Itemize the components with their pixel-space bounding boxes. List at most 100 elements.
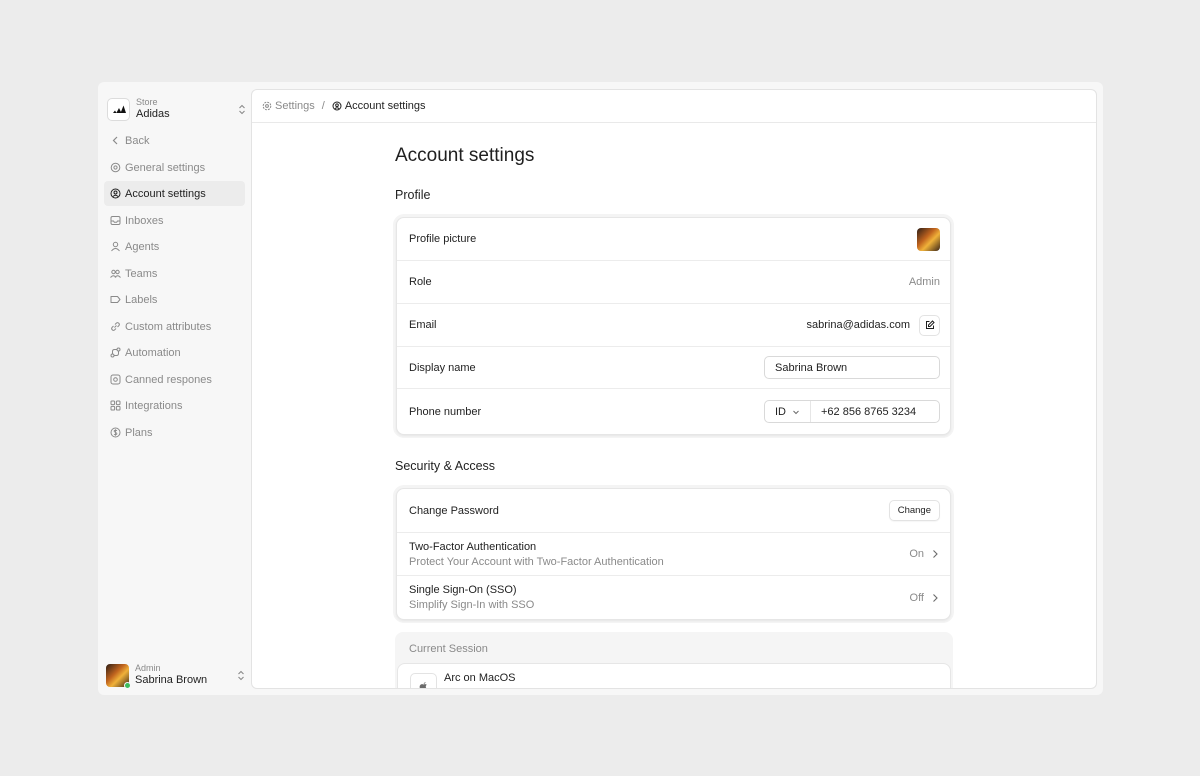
- chevron-right-icon: [933, 593, 938, 602]
- phone-input[interactable]: +62 856 8765 3234: [811, 406, 916, 418]
- country-code-select[interactable]: ID: [765, 401, 811, 422]
- profile-picture-row: Profile picture: [397, 218, 950, 261]
- security-section-title: Security & Access: [395, 459, 496, 473]
- profile-picture[interactable]: [917, 227, 940, 251]
- two-factor-row[interactable]: Two-Factor Authentication Protect Your A…: [397, 533, 950, 576]
- back-label: Back: [125, 134, 150, 147]
- sidebar-item-general-settings[interactable]: General settings: [104, 155, 245, 180]
- chevron-right-icon: [933, 550, 938, 558]
- main-panel: Settings / Account settings Account sett…: [251, 89, 1097, 689]
- avatar: [106, 663, 131, 689]
- sso-status: Off: [909, 591, 924, 604]
- account-icon: [110, 188, 121, 199]
- sidebar-item-canned-responses[interactable]: Canned respones: [104, 367, 245, 392]
- sidebar-item-labels[interactable]: Labels: [104, 287, 245, 312]
- store-name: Adidas: [136, 108, 170, 120]
- sidebar-item-custom-attributes[interactable]: Custom attributes: [104, 314, 245, 339]
- email-value: sabrina@adidas.com: [806, 319, 911, 331]
- security-card: Change Password Change Two-Factor Authen…: [396, 488, 951, 620]
- breadcrumb-current: Account settings: [332, 100, 426, 112]
- gear-icon: [110, 162, 121, 173]
- edit-email-button[interactable]: [919, 314, 940, 336]
- role-label: Role: [409, 276, 432, 288]
- edit-icon: [925, 320, 935, 329]
- sso-row[interactable]: Single Sign-On (SSO) Simplify Sign-In wi…: [397, 576, 950, 619]
- sidebar-item-label: Canned respones: [125, 373, 212, 386]
- current-session-panel: Current Session Arc on MacOS: [395, 632, 953, 688]
- apple-icon: [410, 673, 437, 688]
- two-factor-description: Protect Your Account with Two-Factor Aut…: [409, 555, 664, 568]
- user-name: Sabrina Brown: [135, 674, 208, 686]
- phone-row: Phone number ID +62 856 8765 3234: [397, 389, 950, 434]
- sidebar-item-label: Account settings: [125, 187, 206, 200]
- sso-label: Single Sign-On (SSO): [409, 584, 517, 596]
- user-icon: [111, 241, 120, 252]
- user-role: Admin: [135, 663, 161, 673]
- sidebar-item-label: Inboxes: [125, 214, 164, 227]
- sidebar-item-label: Plans: [125, 426, 153, 439]
- sidebar-item-integrations[interactable]: Integrations: [104, 393, 245, 418]
- online-status-dot: [124, 681, 131, 689]
- grid-icon: [110, 400, 121, 411]
- sidebar-item-plans[interactable]: Plans: [104, 420, 245, 445]
- sidebar-item-label: Labels: [125, 293, 158, 306]
- phone-label: Phone number: [409, 405, 482, 418]
- inbox-icon: [110, 216, 121, 225]
- page-title: Account settings: [395, 145, 535, 166]
- breadcrumb-settings-label: Settings: [275, 100, 315, 112]
- current-session-title: Current Session: [409, 643, 488, 655]
- sidebar-item-teams[interactable]: Teams: [104, 261, 245, 286]
- breadcrumb-settings[interactable]: Settings: [262, 100, 315, 112]
- role-value: Admin: [908, 276, 940, 288]
- phone-field: ID +62 856 8765 3234: [764, 400, 940, 423]
- account-icon: [332, 101, 342, 111]
- display-name-input[interactable]: Sabrina Brown: [764, 356, 940, 379]
- adidas-logo-icon: [107, 97, 130, 121]
- chevron-down-icon: [793, 410, 799, 414]
- team-icon: [110, 269, 121, 278]
- display-name-label: Display name: [409, 361, 476, 374]
- email-row: Email sabrina@adidas.com: [397, 304, 950, 347]
- sidebar-item-label: Custom attributes: [125, 320, 212, 333]
- two-factor-status: On: [909, 548, 924, 560]
- sidebar-item-label: General settings: [125, 161, 206, 174]
- breadcrumb-current-label: Account settings: [344, 100, 426, 112]
- breadcrumb: Settings / Account settings: [252, 90, 1096, 123]
- country-code-value: ID: [775, 405, 786, 418]
- automation-icon: [110, 347, 121, 358]
- back-link[interactable]: Back: [104, 128, 245, 153]
- sidebar-item-account-settings[interactable]: Account settings: [104, 181, 245, 206]
- change-password-button[interactable]: Change: [888, 500, 940, 521]
- dollar-icon: [110, 427, 121, 438]
- display-name-row: Display name Sabrina Brown: [397, 347, 950, 389]
- profile-card: Profile picture Role Admin Email sabrina…: [396, 217, 951, 435]
- profile-picture-label: Profile picture: [409, 233, 477, 245]
- session-card: Arc on MacOS: [397, 663, 951, 688]
- profile-section-title: Profile: [395, 188, 431, 202]
- role-row: Role Admin: [397, 261, 950, 304]
- two-factor-label: Two-Factor Authentication: [409, 540, 537, 553]
- change-password-label: Change Password: [409, 504, 499, 517]
- sidebar-item-inboxes[interactable]: Inboxes: [104, 208, 245, 233]
- canned-icon: [110, 374, 121, 385]
- user-menu[interactable]: Admin Sabrina Brown: [106, 662, 246, 689]
- sidebar-item-automation[interactable]: Automation: [104, 340, 245, 365]
- store-label: Store: [136, 97, 158, 107]
- breadcrumb-separator: /: [321, 100, 325, 112]
- chevron-left-icon: [112, 136, 118, 145]
- sidebar-item-label: Automation: [125, 346, 181, 359]
- label-icon: [110, 296, 121, 303]
- sidebar-item-label: Teams: [125, 267, 158, 280]
- chevron-updown-icon: [237, 102, 247, 116]
- sso-description: Simplify Sign-In with SSO: [409, 599, 535, 611]
- sidebar-item-label: Agents: [125, 240, 160, 253]
- sidebar: Store Adidas Back General settings Accou…: [98, 82, 251, 695]
- app-window: Store Adidas Back General settings Accou…: [98, 82, 1103, 695]
- chevron-updown-icon: [236, 668, 246, 682]
- sidebar-item-agents[interactable]: Agents: [104, 234, 245, 259]
- session-device-name: Arc on MacOS: [444, 672, 516, 684]
- gear-icon: [262, 101, 272, 111]
- store-switcher[interactable]: Store Adidas: [107, 96, 247, 122]
- sidebar-item-label: Integrations: [125, 399, 183, 412]
- email-label: Email: [409, 319, 437, 331]
